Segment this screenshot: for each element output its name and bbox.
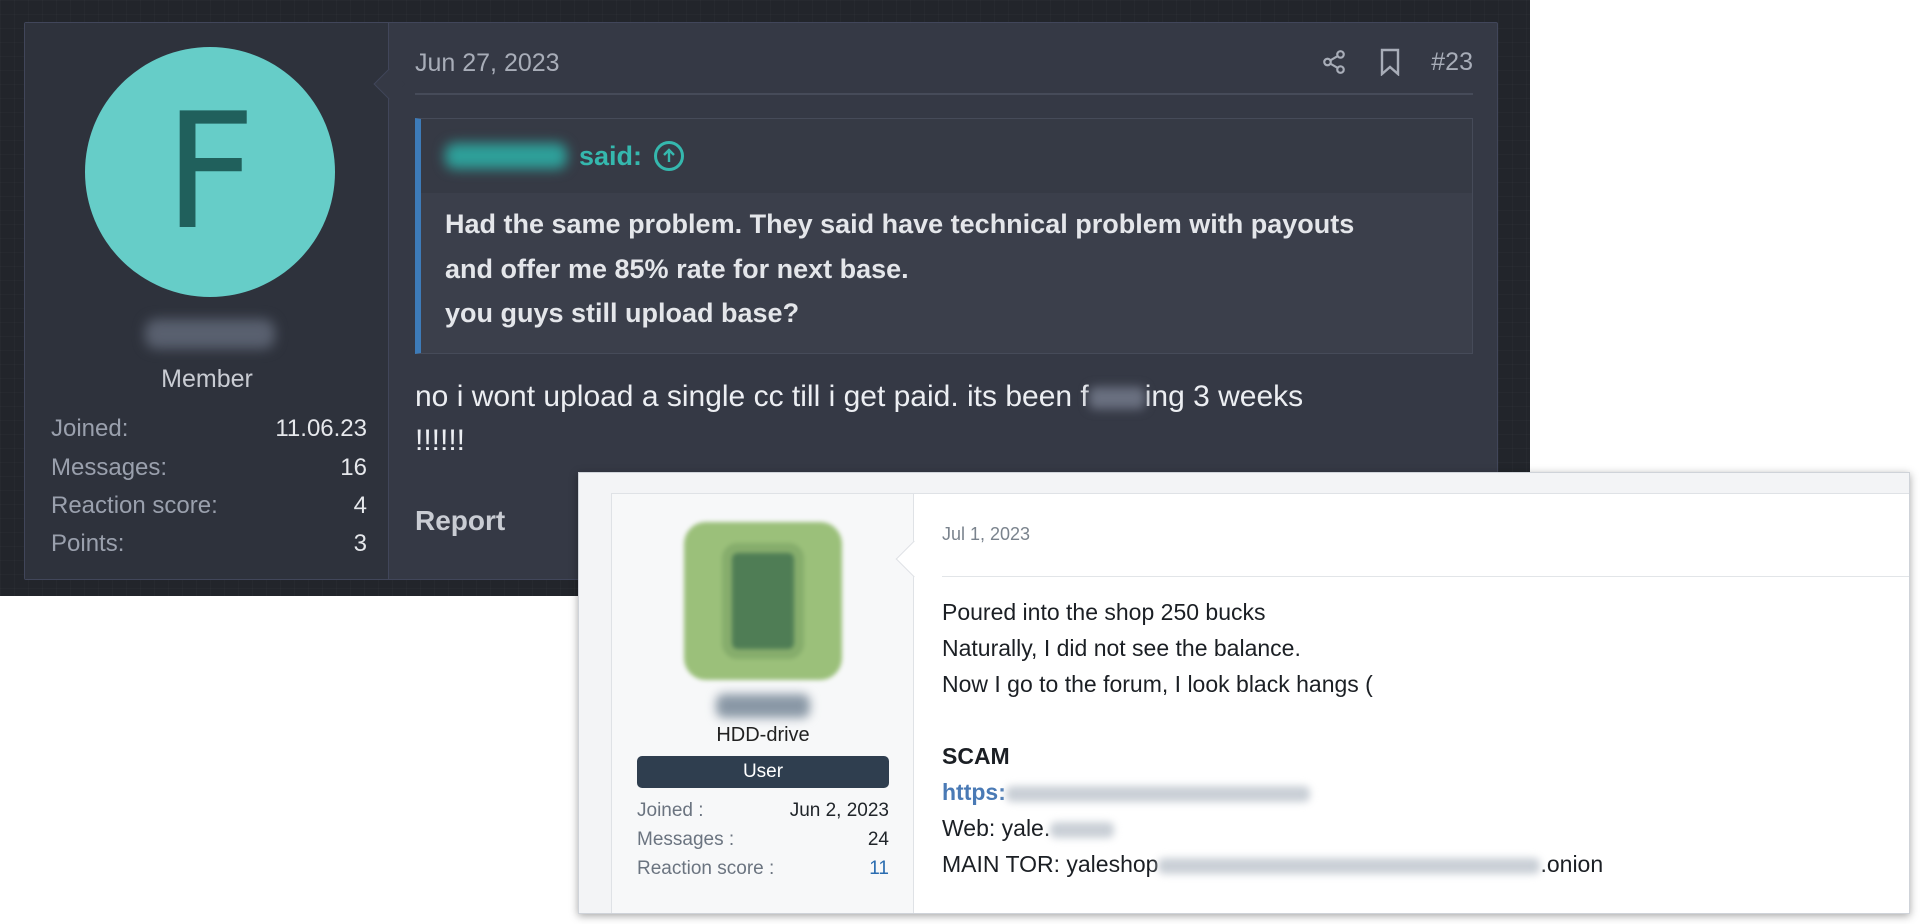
redacted-onion — [1158, 857, 1541, 874]
message-line: Poured into the shop 250 bucks — [942, 599, 1266, 625]
stat-reaction-score: Reaction score: 4 — [51, 492, 367, 524]
post-message: no i wont upload a single cc till i get … — [415, 375, 1475, 463]
stat-messages: Messages : 24 — [637, 829, 889, 855]
cpu-chip-image — [732, 553, 794, 649]
dark-user-panel: F Member Joined: 11.06.23 Messages: 16 R… — [25, 23, 389, 579]
avatar[interactable] — [684, 522, 842, 680]
header-divider — [942, 576, 1909, 577]
arrow-up-circle-icon[interactable] — [654, 141, 685, 171]
share-icon[interactable] — [1319, 47, 1349, 77]
username-redacted[interactable] — [716, 694, 810, 718]
stat-label: Reaction score: — [51, 492, 218, 519]
user-role: Member — [161, 365, 253, 393]
message-text: no i wont upload a single cc till i get … — [415, 380, 1089, 413]
web-label: Web: yale. — [942, 815, 1051, 841]
scam-heading: SCAM — [942, 743, 1010, 769]
light-forum-screenshot: HDD-drive User Joined : Jun 2, 2023 Mess… — [578, 472, 1910, 914]
report-link[interactable]: Report — [415, 505, 505, 537]
message-text: !!!!!! — [415, 424, 466, 457]
stat-label: Reaction score : — [637, 858, 775, 879]
post-number-link[interactable]: #23 — [1431, 48, 1473, 77]
post-date[interactable]: Jul 1, 2023 — [942, 524, 1030, 545]
stat-value: 3 — [353, 530, 367, 557]
quote-line: Had the same problem. They said have tec… — [445, 209, 1355, 239]
stat-value: 24 — [867, 829, 889, 850]
bookmark-icon[interactable] — [1375, 47, 1405, 77]
message-text: ing 3 weeks — [1144, 380, 1304, 413]
light-user-panel: HDD-drive User Joined : Jun 2, 2023 Mess… — [612, 494, 914, 913]
quote-header: said: — [421, 119, 1472, 193]
avatar[interactable]: F — [85, 47, 335, 297]
quote-author-redacted[interactable] — [445, 143, 567, 169]
stat-label: Joined : — [637, 800, 704, 821]
stat-value-link[interactable]: 11 — [869, 858, 889, 884]
tor-label: MAIN TOR: yaleshop — [942, 851, 1159, 877]
quote-said-label: said: — [579, 140, 643, 171]
header-divider — [415, 93, 1473, 95]
stat-points: Points: 3 — [51, 530, 367, 562]
post-actions: #23 — [1319, 47, 1473, 77]
stat-reaction-score: Reaction score : 11 — [637, 858, 889, 884]
tor-line: MAIN TOR: yaleshop .onion — [942, 846, 1912, 882]
stat-label: Messages: — [51, 454, 168, 481]
stat-joined: Joined: 11.06.23 — [51, 415, 367, 447]
url-line: https: — [942, 774, 1912, 810]
user-group-badge: User — [637, 756, 889, 788]
stat-label: Points: — [51, 530, 125, 557]
quote-line: you guys still upload base? — [445, 298, 800, 328]
stat-joined: Joined : Jun 2, 2023 — [637, 800, 889, 826]
user-rank-title: HDD-drive — [716, 724, 810, 746]
message-line: Naturally, I did not see the balance. — [942, 635, 1301, 661]
stat-label: Messages : — [637, 829, 735, 850]
username-redacted[interactable] — [145, 319, 275, 349]
quote-line: and offer me 85% rate for next base. — [445, 254, 909, 284]
post-date[interactable]: Jun 27, 2023 — [415, 49, 560, 78]
post-message: Poured into the shop 250 bucks Naturally… — [942, 594, 1912, 882]
avatar-letter: F — [163, 78, 257, 265]
quote-block: said: Had the same problem. They said ha… — [415, 118, 1473, 354]
stat-messages: Messages: 16 — [51, 454, 367, 486]
message-line: Now I go to the forum, I look black hang… — [942, 671, 1373, 697]
stat-value: 16 — [340, 454, 367, 481]
redacted-domain — [1050, 821, 1115, 838]
stat-value: 4 — [353, 492, 367, 519]
redacted-url[interactable] — [1005, 785, 1310, 802]
censored-word — [1088, 387, 1145, 410]
light-post-card: HDD-drive User Joined : Jun 2, 2023 Mess… — [611, 493, 1909, 913]
redacted-url-link[interactable]: https: — [942, 779, 1006, 805]
stat-label: Joined: — [51, 415, 129, 442]
stat-value: 11.06.23 — [275, 415, 367, 442]
tor-suffix: .onion — [1540, 851, 1604, 877]
stat-value: Jun 2, 2023 — [789, 800, 889, 821]
web-line: Web: yale. — [942, 810, 1912, 846]
